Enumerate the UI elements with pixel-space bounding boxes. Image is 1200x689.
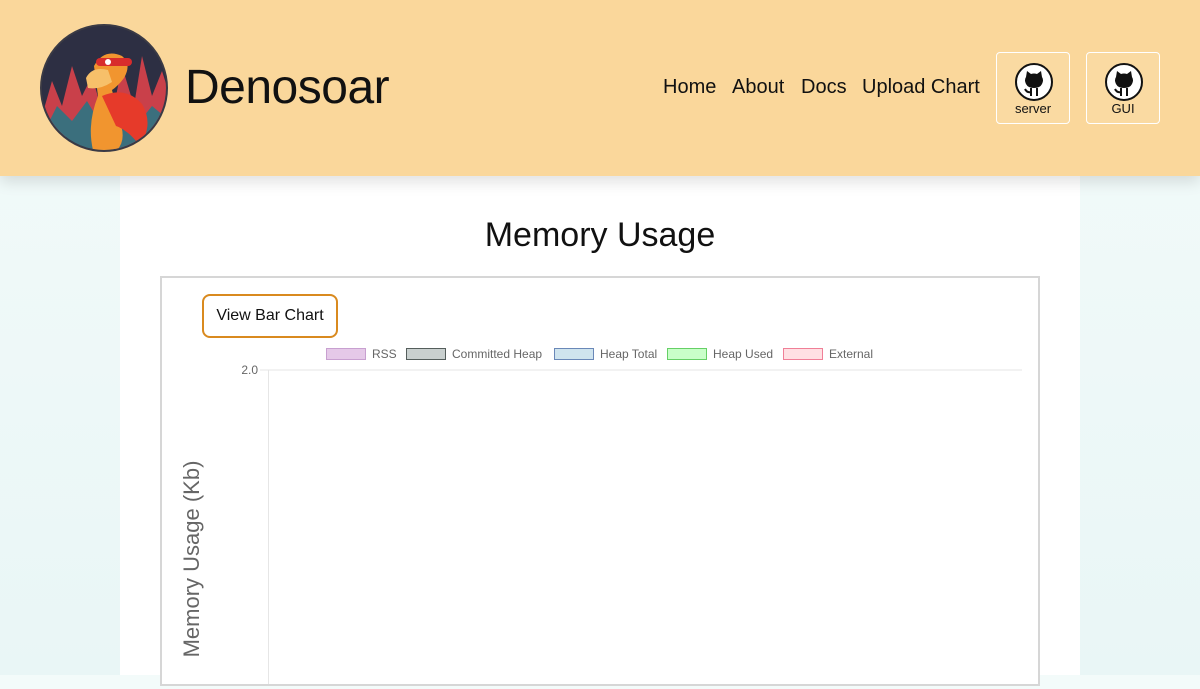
github-icon xyxy=(1015,63,1053,101)
github-icon xyxy=(1105,63,1143,101)
nav-home[interactable]: Home xyxy=(663,76,716,99)
github-gui-label: GUI xyxy=(1111,101,1135,116)
github-server-button[interactable]: server xyxy=(996,52,1070,124)
chart-container: View Bar Chart RSS Committed Heap Heap T… xyxy=(160,276,1040,686)
chart-plot-area: 2.0 xyxy=(241,363,1022,684)
y-tick-label: 2.0 xyxy=(241,363,258,377)
nav-about[interactable]: About xyxy=(732,76,784,99)
top-header: Denosoar Home About Docs Upload Chart se… xyxy=(0,0,1200,176)
nav-upload-chart[interactable]: Upload Chart xyxy=(862,76,980,99)
main-content: Memory Usage View Bar Chart RSS Committe… xyxy=(120,176,1080,686)
github-server-label: server xyxy=(1014,101,1052,116)
page-title: Memory Usage xyxy=(484,216,716,254)
denosoar-logo[interactable] xyxy=(40,24,168,152)
brand-title: Denosoar xyxy=(185,61,390,114)
github-gui-button[interactable]: GUI xyxy=(1086,52,1160,124)
nav-docs[interactable]: Docs xyxy=(801,76,847,99)
